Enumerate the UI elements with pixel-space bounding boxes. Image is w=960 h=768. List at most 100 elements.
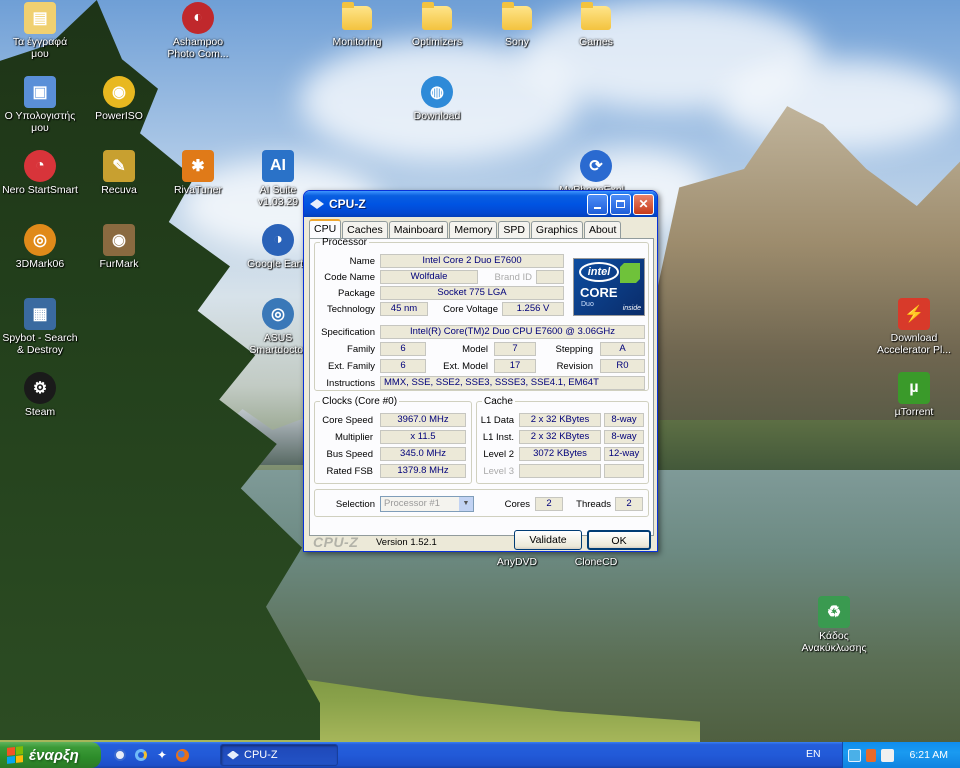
poweriso-icon: ◉ [103,76,135,108]
desktop-icon-utorrent[interactable]: µ µTorrent [874,372,954,418]
desktop-icon-recuva[interactable]: ✎ Recuva [79,150,159,196]
tab-cpu[interactable]: CPU [309,219,342,239]
desktop-icon-label: Optimizers [411,36,463,48]
bus-speed-label: Bus Speed [326,449,373,460]
close-button[interactable]: ✕ [633,193,654,215]
name-label: Name [349,256,375,267]
bus-speed-value: 345.0 MHz [380,447,466,461]
package-value: Socket 775 LGA [380,286,564,300]
show-desktop-icon[interactable] [112,747,128,763]
volume-tray-icon[interactable] [881,748,894,762]
desktop-icon-poweriso[interactable]: ◉ PowerISO [79,76,159,122]
cpuz-app-icon [310,199,324,209]
google-earth-icon: ◑ [262,224,294,256]
start-button[interactable]: έναρξη [0,742,101,768]
core-speed-value: 3967.0 MHz [380,413,466,427]
desktop-icon-recycle-bin[interactable]: ♻ Κάδος Ανακύκλωσης [794,596,874,654]
family-label: Family [347,344,375,355]
validate-button[interactable]: Validate [514,530,582,550]
codename-value: Wolfdale [380,270,478,284]
clocks-legend: Clocks (Core #0) [322,396,398,407]
name-value: Intel Core 2 Duo E7600 [380,254,564,268]
desktop-icon-label: CloneCD [574,556,618,568]
start-label: έναρξη [29,746,79,764]
desktop-icon-ashampoo[interactable]: ◐ Ashampoo Photo Com... [158,2,238,60]
my-computer-icon: ▣ [24,76,56,108]
steam-icon: ⚙ [24,372,56,404]
cores-label: Cores [504,499,530,510]
system-tray: 6:21 AM [842,742,960,768]
window-titlebar[interactable]: CPU-Z ✕ [304,191,657,217]
tab-strip: CPU Caches Mainboard Memory SPD Graphics… [309,219,622,239]
desktop-icon-label: 3DMark06 [15,258,65,270]
desktop-icon-optimizers[interactable]: Optimizers [397,2,477,48]
chevron-down-icon: ▼ [459,497,473,511]
desktop-icon-label: Steam [24,406,56,418]
close-icon: ✕ [638,197,649,211]
level3-assoc [604,464,644,478]
furmark-icon: ◉ [103,224,135,256]
desktop-icon-spybot[interactable]: ▦ Spybot - Search & Destroy [0,298,80,356]
desktop-icon-monitoring[interactable]: Monitoring [317,2,397,48]
package-label: Package [338,288,375,299]
desktop-icon-label: Download [413,110,461,122]
desktop-icon-label: Τα έγγραφά μου [12,36,68,60]
technology-label: Technology [326,304,375,315]
level3-label: Level 3 [483,466,514,477]
internet-explorer-icon[interactable] [133,747,149,763]
desktop-icon-nero[interactable]: ◔ Nero StartSmart [0,150,80,196]
l1-inst-label: L1 Inst. [482,432,514,443]
processor-select[interactable]: Processor #1 ▼ [380,496,474,512]
desktop-icon-label: Ashampoo Photo Com... [167,36,229,60]
games-folder-icon [581,2,611,30]
stepping-label: Stepping [555,344,593,355]
codename-label: Code Name [324,272,375,283]
desktop-icon-my-docs[interactable]: ▤ Τα έγγραφά μου [0,2,80,60]
desktop-icon-label: Κάδος Ανακύκλωσης [801,630,867,654]
network-tray-icon[interactable] [848,748,861,762]
desktop-icon-label: Monitoring [332,36,382,48]
desktop-icon-label: Sony [505,36,529,48]
logo-badge-icon [620,263,640,283]
desktop-icon-furmark[interactable]: ◉ FurMark [79,224,159,270]
specification-label: Specification [321,327,375,338]
model-value: 7 [494,342,536,356]
l1-data-assoc: 8-way [604,413,644,427]
desktop-icon-3dmark[interactable]: ◎ 3DMark06 [0,224,80,270]
clock[interactable]: 6:21 AM [909,749,948,761]
recuva-icon: ✎ [103,150,135,182]
brandid-label: Brand ID [494,272,533,283]
download-icon: ◍ [421,76,453,108]
desktop-icon-download-accelerator[interactable]: ⚡ Download Accelerator Pl... [874,298,954,356]
core-speed-label: Core Speed [322,415,373,426]
language-indicator[interactable]: EN [806,748,821,760]
l1-inst-assoc: 8-way [604,430,644,444]
desktop-icon-rivatuner[interactable]: ✱ RivaTuner [158,150,238,196]
cores-value: 2 [535,497,563,511]
desktop-icon-games[interactable]: Games [556,2,636,48]
cpuz-window[interactable]: CPU-Z ✕ CPU Caches Mainboard Memory SPD … [303,190,658,552]
maximize-button[interactable] [610,193,631,215]
cpuz-brand-logo: CPU-Z [313,534,359,550]
minimize-button[interactable] [587,193,608,215]
cpuz-task-icon [227,750,239,760]
core-voltage-value: 1.256 V [502,302,564,316]
ashampoo-icon: ◐ [182,2,214,34]
quicklaunch-tool-icon[interactable]: ✦ [154,747,170,763]
firefox-icon[interactable] [174,747,190,763]
ok-button[interactable]: OK [587,530,651,550]
technology-value: 45 nm [380,302,428,316]
stepping-value: A [600,342,645,356]
desktop-icon-download[interactable]: ◍ Download [397,76,477,122]
desktop-icon-my-computer[interactable]: ▣ Ο Υπολογιστής μου [0,76,80,134]
desktop-icon-sony[interactable]: Sony [477,2,557,48]
brandid-value [536,270,564,284]
desktop-icon-steam[interactable]: ⚙ Steam [0,372,80,418]
maximize-icon [616,200,625,208]
app-tray-icon[interactable] [866,748,876,762]
taskbar-button-cpuz[interactable]: CPU-Z [220,744,338,766]
ext-family-value: 6 [380,359,426,373]
rivatuner-icon: ✱ [182,150,214,182]
cache-legend: Cache [484,396,513,407]
specification-value: Intel(R) Core(TM)2 Duo CPU E7600 @ 3.06G… [380,325,645,339]
